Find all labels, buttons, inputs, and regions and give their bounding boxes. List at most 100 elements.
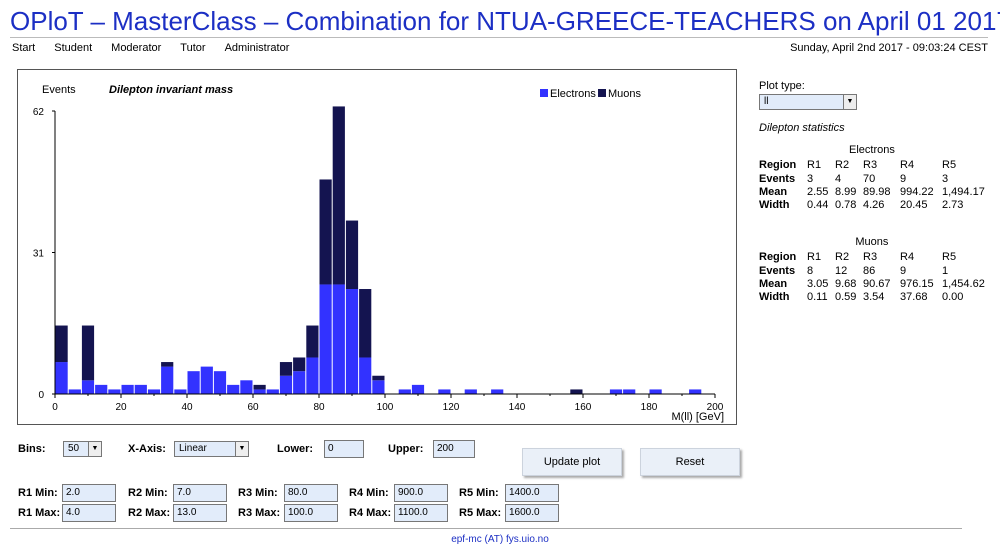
table-row: Events 8 12 86 9 1 (759, 265, 985, 278)
bar-electrons-108 (411, 384, 425, 394)
top-nav: Start Student Moderator Tutor Administrator (12, 42, 308, 54)
bar-muons-72 (293, 357, 306, 372)
r5-min-input[interactable]: 1400.0 (505, 484, 559, 502)
table-cell: 3 (942, 173, 949, 185)
table-cell: 0.44 (807, 199, 829, 211)
r1-min-input[interactable]: 2.0 (62, 484, 116, 502)
table-cell: 0.11 (807, 291, 828, 303)
side-panel: Plot type: ll ▼ Dilepton statistics Elec… (759, 80, 991, 304)
y-tick-label-0: 0 (38, 390, 44, 401)
bar-electrons-60 (253, 389, 266, 394)
x-tick-label-40: 40 (181, 402, 193, 413)
table-cell: 0.78 (835, 199, 857, 211)
table-caption: Muons (855, 236, 889, 248)
table-cell: 8.99 (835, 186, 857, 198)
title-divider (10, 37, 988, 38)
nav-student[interactable]: Student (54, 42, 92, 54)
reset-button[interactable]: Reset (640, 448, 740, 476)
table-cell: 9.68 (835, 278, 857, 290)
r5-max-input[interactable]: 1600.0 (505, 504, 559, 522)
legend-label-muons: Muons (608, 88, 642, 100)
chevron-down-icon[interactable]: ▼ (843, 95, 856, 109)
bar-electrons-12 (95, 384, 108, 394)
table-cell: 70 (863, 173, 876, 185)
r3-max-input[interactable]: 100.0 (284, 504, 338, 522)
bar-muons-60 (253, 384, 266, 390)
x-axis-label: M(ll) [GeV] (671, 411, 724, 423)
r4-max-label: R4 Max: (349, 507, 392, 519)
table-row: Mean 3.05 9.68 90.67 976.15 1,454.62 (759, 278, 985, 291)
ticks-group: 0 20 40 60 80 100 120 140 160 180 20003162 (33, 107, 724, 413)
table-row: Width 0.44 0.78 4.26 20.45 2.73 (759, 199, 985, 212)
bar-electrons-84 (332, 284, 345, 394)
muons-stats-table: Muons Region R1 R2 R3 R4 R5 Events 8 12 … (759, 236, 985, 304)
table-cell: 8 (807, 265, 814, 277)
bar-electrons-76 (306, 357, 319, 394)
bar-electrons-8 (81, 380, 95, 394)
chevron-down-icon[interactable]: ▼ (88, 442, 101, 456)
footer-contact[interactable]: epf-mc (AT) fys.uio.no (0, 534, 1000, 545)
bar-electrons-52 (227, 384, 240, 394)
plot-type-select[interactable]: ll ▼ (759, 94, 857, 110)
table-cell: 89.98 (863, 186, 891, 198)
update-plot-button[interactable]: Update plot (522, 448, 622, 476)
upper-input[interactable]: 200 (433, 440, 475, 458)
x-tick-label-60: 60 (247, 402, 259, 413)
header-cell: R4 (900, 251, 915, 263)
bar-electrons-24 (134, 384, 147, 394)
r1-max-label: R1 Max: (18, 507, 61, 519)
table-cell: 2.55 (807, 186, 829, 198)
bars-group (55, 106, 702, 394)
chart-title: Dilepton invariant mass (109, 84, 233, 96)
bar-muons-68 (279, 362, 293, 376)
table-cell: 86 (863, 265, 876, 277)
nav-tutor[interactable]: Tutor (180, 42, 205, 54)
r1-min-label: R1 Min: (18, 487, 58, 499)
bar-electrons-40 (187, 371, 200, 394)
table-cell: 994.22 (900, 186, 934, 198)
xaxis-select[interactable]: Linear ▼ (174, 441, 249, 457)
bar-electrons-44 (200, 366, 213, 394)
legend-label-electrons: Electrons (550, 88, 596, 100)
r4-min-input[interactable]: 900.0 (394, 484, 448, 502)
bins-select[interactable]: 50 ▼ (63, 441, 102, 457)
r1-max-input[interactable]: 4.0 (62, 504, 116, 522)
bar-electrons-172 (623, 389, 636, 394)
plot-frame: 0 20 40 60 80 100 120 140 160 180 200 0 31 62 Events … (17, 69, 737, 425)
legend-swatch-muons (598, 89, 606, 97)
bar-electrons-32 (161, 366, 174, 394)
nav-administrator[interactable]: Administrator (225, 42, 290, 54)
r2-min-input[interactable]: 7.0 (173, 484, 227, 502)
bar-electrons-20 (121, 384, 134, 394)
bins-label: Bins: (18, 443, 46, 455)
r2-max-input[interactable]: 13.0 (173, 504, 227, 522)
xaxis-value: Linear (179, 443, 207, 454)
lower-input[interactable]: 0 (324, 440, 364, 458)
legend-swatch-electrons (540, 89, 548, 97)
nav-start[interactable]: Start (12, 42, 35, 54)
bar-electrons-92 (359, 357, 372, 394)
footer-divider (10, 528, 962, 529)
xaxis-label: X-Axis: (128, 443, 166, 455)
nav-moderator[interactable]: Moderator (111, 42, 161, 54)
r3-min-label: R3 Min: (238, 487, 278, 499)
row-label: Width (759, 199, 790, 211)
x-tick-label-120: 120 (443, 402, 460, 413)
table-cell: 1 (942, 265, 949, 277)
table-cell: 0.59 (835, 291, 857, 303)
table-cell: 0.00 (942, 291, 964, 303)
chevron-down-icon[interactable]: ▼ (235, 442, 248, 456)
r3-min-input[interactable]: 80.0 (284, 484, 338, 502)
bar-electrons-104 (398, 389, 411, 394)
row-label: Events (759, 265, 796, 277)
bar-electrons-96 (372, 380, 385, 394)
bar-muons-92 (359, 289, 372, 358)
y-axis-label: Events (42, 84, 76, 96)
r4-max-input[interactable]: 1100.0 (394, 504, 448, 522)
bar-muons-80 (319, 179, 332, 285)
header-cell: R3 (863, 251, 878, 263)
bar-electrons-48 (213, 371, 227, 394)
table-cell: 37.68 (900, 291, 928, 303)
y-tick-label-62: 62 (33, 107, 45, 118)
table-cell: 4.26 (863, 199, 885, 211)
